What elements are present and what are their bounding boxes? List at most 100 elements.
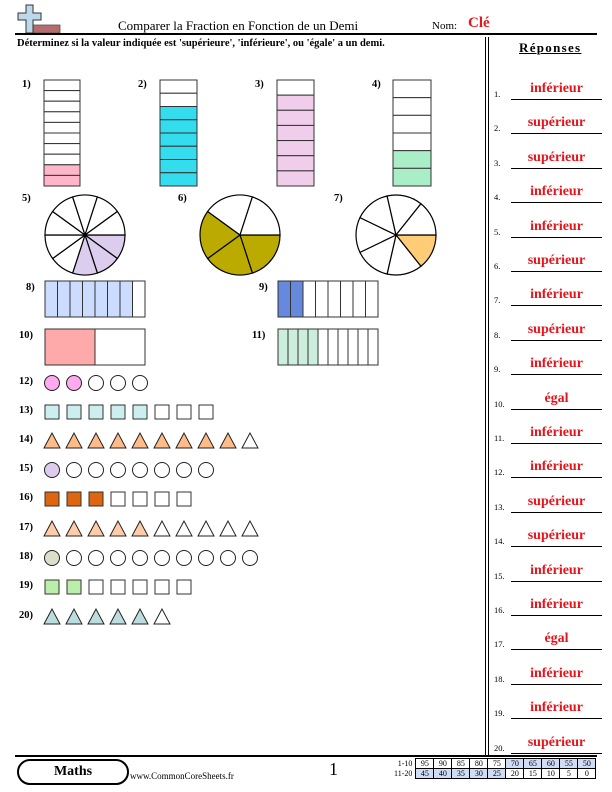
circle-shape bbox=[44, 462, 60, 478]
fraction-bar-segment bbox=[276, 170, 315, 187]
circle-shape bbox=[110, 375, 126, 391]
fraction-bar-segment bbox=[337, 328, 349, 366]
fraction-bar-segment bbox=[276, 109, 315, 126]
square-shape bbox=[154, 579, 170, 595]
fraction-bar-segment bbox=[277, 328, 289, 366]
score-cell: 5 bbox=[559, 768, 579, 779]
triangle-shape bbox=[153, 431, 171, 449]
fraction-bar-segment bbox=[44, 328, 96, 366]
fraction-bar-segment bbox=[43, 121, 81, 134]
square-shape bbox=[176, 579, 192, 595]
fraction-bar-segment bbox=[119, 280, 133, 318]
square-shape bbox=[66, 404, 82, 420]
triangle-shape bbox=[65, 519, 83, 537]
triangle-shape bbox=[87, 431, 105, 449]
fraction-bar-segment bbox=[392, 97, 432, 116]
score-cell: 60 bbox=[541, 758, 561, 769]
triangle-shape bbox=[197, 431, 215, 449]
triangle-shape bbox=[153, 607, 171, 625]
circle-shape bbox=[154, 462, 170, 478]
fraction-bar-segment bbox=[392, 167, 432, 187]
fraction-bar-segment bbox=[94, 328, 146, 366]
circle-shape bbox=[110, 462, 126, 478]
fraction-bar-segment bbox=[159, 145, 198, 160]
score-cell: 20 bbox=[505, 768, 525, 779]
score-cell: 95 bbox=[415, 758, 435, 769]
square-shape bbox=[154, 404, 170, 420]
square-shape bbox=[44, 491, 60, 507]
fraction-bar-segment bbox=[277, 280, 291, 318]
triangle-shape bbox=[109, 431, 127, 449]
fraction-bar-segment bbox=[392, 150, 432, 169]
triangle-shape bbox=[43, 519, 61, 537]
fraction-bar-segment bbox=[44, 280, 58, 318]
fraction-bar-segment bbox=[159, 119, 198, 134]
square-shape bbox=[110, 491, 126, 507]
score-row: 1-10 95 90 85 80 75 70 65 60 55 50 bbox=[392, 758, 597, 769]
score-row: 11-20 45 40 35 30 25 20 15 10 5 0 bbox=[392, 768, 597, 779]
square-shape bbox=[176, 491, 192, 507]
site-url[interactable]: www.CommonCoreSheets.fr bbox=[130, 771, 234, 781]
fraction-bar-segment bbox=[159, 159, 198, 174]
score-cell: 85 bbox=[451, 758, 471, 769]
square-shape bbox=[110, 404, 126, 420]
square-shape bbox=[88, 491, 104, 507]
page-number: 1 bbox=[329, 759, 338, 779]
triangle-shape bbox=[43, 431, 61, 449]
circle-shape bbox=[44, 550, 60, 566]
score-cell: 50 bbox=[577, 758, 597, 769]
fraction-bar-segment bbox=[82, 280, 96, 318]
fraction-bar-segment bbox=[43, 111, 81, 123]
triangle-shape bbox=[65, 607, 83, 625]
fraction-bar-segment bbox=[107, 280, 121, 318]
footer-divider bbox=[15, 755, 597, 757]
triangle-shape bbox=[241, 431, 259, 449]
circle-shape bbox=[198, 462, 214, 478]
score-row-label: 11-20 bbox=[394, 769, 413, 778]
fraction-bar-segment bbox=[357, 328, 369, 366]
score-cell: 70 bbox=[505, 758, 525, 769]
fraction-bar-segment bbox=[276, 94, 315, 111]
fraction-bar-segment bbox=[43, 143, 81, 155]
triangle-shape bbox=[219, 519, 237, 537]
circle-shape bbox=[176, 550, 192, 566]
fraction-bar-segment bbox=[276, 124, 315, 142]
circle-shape bbox=[132, 375, 148, 391]
score-cell: 75 bbox=[487, 758, 507, 769]
fraction-bar-segment bbox=[327, 328, 339, 366]
fraction-bar-segment bbox=[392, 132, 432, 152]
fraction-bar-segment bbox=[290, 280, 304, 318]
square-shape bbox=[176, 404, 192, 420]
fraction-bar-segment bbox=[302, 280, 316, 318]
fraction-bar-segment bbox=[132, 280, 146, 318]
score-cell: 10 bbox=[541, 768, 561, 779]
triangle-shape bbox=[131, 431, 149, 449]
circle-shape bbox=[88, 375, 104, 391]
square-shape bbox=[88, 579, 104, 595]
circle-shape bbox=[110, 550, 126, 566]
fraction-bar-segment bbox=[340, 280, 354, 318]
fraction-bar-segment bbox=[352, 280, 366, 318]
score-cell: 35 bbox=[451, 768, 471, 779]
circle-shape bbox=[88, 462, 104, 478]
fraction-bar-segment bbox=[43, 79, 81, 92]
fraction-bar-segment bbox=[43, 90, 81, 102]
fraction-bar-segment bbox=[276, 79, 315, 96]
fraction-bar-segment bbox=[392, 79, 432, 99]
score-cell: 90 bbox=[433, 758, 453, 769]
fraction-bar-segment bbox=[367, 328, 379, 366]
fraction-bar-segment bbox=[317, 328, 329, 366]
fraction-bar-segment bbox=[69, 280, 83, 318]
circle-shape bbox=[154, 550, 170, 566]
fraction-bar-segment bbox=[43, 174, 81, 187]
circle-shape bbox=[66, 550, 82, 566]
circle-shape bbox=[242, 550, 258, 566]
fraction-bar-segment bbox=[159, 79, 198, 94]
subject-badge: Maths bbox=[17, 759, 129, 785]
square-shape bbox=[44, 579, 60, 595]
fraction-bar-segment bbox=[159, 132, 198, 147]
circle-shape bbox=[132, 550, 148, 566]
fraction-bar-segment bbox=[57, 280, 71, 318]
square-shape bbox=[154, 491, 170, 507]
circle-shape bbox=[88, 550, 104, 566]
